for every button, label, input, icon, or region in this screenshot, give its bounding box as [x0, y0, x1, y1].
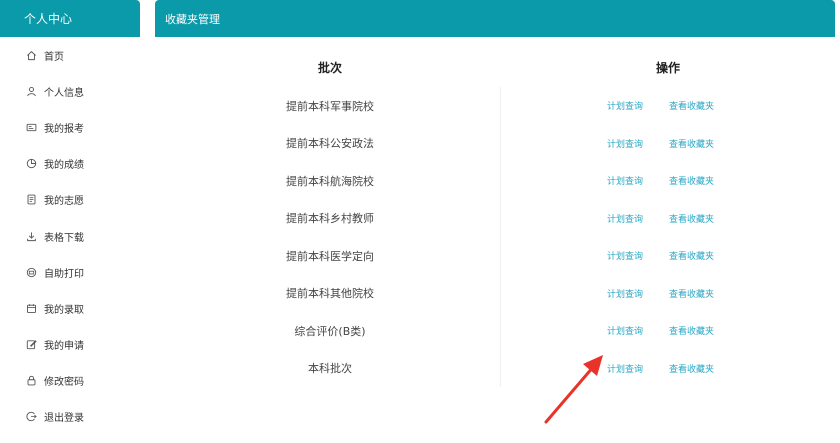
id-card-icon [26, 122, 37, 133]
printer-icon [26, 267, 37, 278]
sidebar-item-label: 首页 [44, 51, 64, 63]
sidebar-item-logout[interactable]: 退出登录 [0, 399, 140, 435]
pie-chart-icon [26, 158, 37, 169]
batch-name: 提前本科乡村教师 [286, 212, 374, 226]
batch-name: 提前本科航海院校 [286, 174, 374, 188]
document-icon [26, 194, 37, 205]
sidebar-item-label: 表格下载 [44, 232, 84, 244]
sidebar-item-label: 我的志愿 [44, 196, 84, 208]
sidebar-menu: 首页 个人信息 我的报考 我的成绩 我的志愿 表格下载 自助打印 我的录取 我的… [0, 37, 140, 435]
batch-name: 提前本科公安政法 [286, 137, 374, 151]
sidebar-item-applications[interactable]: 我的申请 [0, 327, 140, 363]
annotation-arrow-icon [544, 355, 603, 424]
operation-cell: 计划查询 查看收藏夹 [500, 199, 832, 237]
batch-name: 综合评价(B类) [294, 324, 366, 338]
sidebar-item-label: 个人信息 [44, 87, 84, 99]
table-row: 提前本科医学定向 计划查询 查看收藏夹 [160, 237, 832, 275]
person-icon [26, 86, 37, 97]
sidebar-item-home[interactable]: 首页 [0, 37, 140, 73]
sidebar-item-admission[interactable]: 我的录取 [0, 290, 140, 326]
batch-name: 本科批次 [308, 362, 352, 376]
home-icon [26, 50, 37, 61]
sidebar-item-label: 我的申请 [44, 341, 84, 353]
plan-query-link[interactable]: 计划查询 [607, 362, 643, 375]
operation-cell: 计划查询 查看收藏夹 [500, 124, 832, 162]
table-row: 提前本科航海院校 计划查询 查看收藏夹 [160, 162, 832, 200]
favorites-table: 批次 操作 提前本科军事院校 计划查询 查看收藏夹 提前本科公安政法 计划查询 … [160, 47, 832, 387]
logout-icon [26, 411, 37, 422]
sidebar-item-label: 修改密码 [44, 377, 84, 389]
calendar-icon [26, 303, 37, 314]
view-favorites-link[interactable]: 查看收藏夹 [669, 212, 714, 225]
sidebar-item-downloads[interactable]: 表格下载 [0, 218, 140, 254]
view-favorites-link[interactable]: 查看收藏夹 [669, 362, 714, 375]
view-favorites-link[interactable]: 查看收藏夹 [669, 324, 714, 337]
table-row: 综合评价(B类) 计划查询 查看收藏夹 [160, 312, 832, 350]
plan-query-link[interactable]: 计划查询 [607, 287, 643, 300]
plan-query-link[interactable]: 计划查询 [607, 99, 643, 112]
lock-icon [26, 375, 37, 386]
sidebar-item-preferences[interactable]: 我的志愿 [0, 182, 140, 218]
column-header-operation: 操作 [655, 60, 680, 75]
sidebar-item-label: 我的成绩 [44, 160, 84, 172]
table-row: 提前本科公安政法 计划查询 查看收藏夹 [160, 124, 832, 162]
operation-cell: 计划查询 查看收藏夹 [500, 312, 832, 350]
operation-cell: 计划查询 查看收藏夹 [500, 162, 832, 200]
view-favorites-link[interactable]: 查看收藏夹 [669, 174, 714, 187]
page: 个人中心 首页 个人信息 我的报考 我的成绩 我的志愿 表格下载 自助打印 我的… [0, 0, 840, 443]
plan-query-link[interactable]: 计划查询 [607, 249, 643, 262]
sidebar-title: 个人中心 [0, 0, 140, 37]
sidebar-item-label: 自助打印 [44, 268, 84, 280]
operation-cell: 计划查询 查看收藏夹 [500, 274, 832, 312]
operation-cell: 计划查询 查看收藏夹 [500, 87, 832, 125]
plan-query-link[interactable]: 计划查询 [607, 324, 643, 337]
sidebar: 个人中心 首页 个人信息 我的报考 我的成绩 我的志愿 表格下载 自助打印 我的… [0, 0, 140, 443]
table-row: 提前本科其他院校 计划查询 查看收藏夹 [160, 274, 832, 312]
table-row: 提前本科乡村教师 计划查询 查看收藏夹 [160, 199, 832, 237]
column-header-batch: 批次 [317, 60, 342, 75]
view-favorites-link[interactable]: 查看收藏夹 [669, 99, 714, 112]
edit-icon [26, 339, 37, 350]
table-row: 本科批次 计划查询 查看收藏夹 [160, 349, 832, 387]
table-row: 提前本科军事院校 计划查询 查看收藏夹 [160, 87, 832, 125]
sidebar-item-profile[interactable]: 个人信息 [0, 73, 140, 109]
sidebar-item-label: 我的报考 [44, 123, 84, 135]
plan-query-link[interactable]: 计划查询 [607, 137, 643, 150]
plan-query-link[interactable]: 计划查询 [607, 212, 643, 225]
sidebar-item-label: 我的录取 [44, 304, 84, 316]
view-favorites-link[interactable]: 查看收藏夹 [669, 137, 714, 150]
sidebar-item-password[interactable]: 修改密码 [0, 363, 140, 399]
view-favorites-link[interactable]: 查看收藏夹 [669, 249, 714, 262]
batch-name: 提前本科其他院校 [286, 287, 374, 301]
sidebar-item-registration[interactable]: 我的报考 [0, 109, 140, 145]
download-icon [26, 231, 37, 242]
sidebar-item-scores[interactable]: 我的成绩 [0, 146, 140, 182]
batch-name: 提前本科医学定向 [286, 249, 374, 263]
page-title: 收藏夹管理 [155, 0, 835, 37]
sidebar-item-label: 退出登录 [44, 413, 84, 425]
operation-cell: 计划查询 查看收藏夹 [500, 237, 832, 275]
view-favorites-link[interactable]: 查看收藏夹 [669, 287, 714, 300]
plan-query-link[interactable]: 计划查询 [607, 174, 643, 187]
batch-name: 提前本科军事院校 [286, 99, 374, 113]
sidebar-item-print[interactable]: 自助打印 [0, 254, 140, 290]
table-header: 批次 操作 [160, 47, 832, 87]
